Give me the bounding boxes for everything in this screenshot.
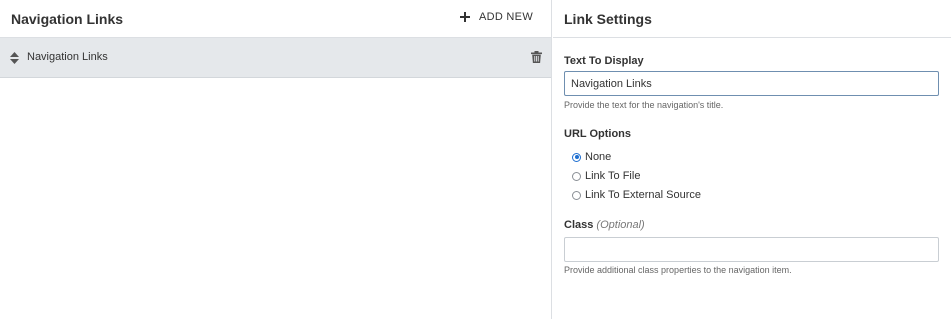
- class-input[interactable]: [564, 237, 939, 262]
- text-to-display-label: Text To Display: [564, 55, 644, 67]
- add-new-label: ADD NEW: [478, 11, 533, 23]
- sort-icon[interactable]: [10, 52, 19, 64]
- class-label: Class (Optional): [564, 219, 645, 231]
- class-label-text: Class: [564, 219, 594, 231]
- trash-icon[interactable]: [531, 51, 542, 63]
- link-settings-panel: Link Settings Text To Display Provide th…: [553, 0, 951, 319]
- url-option-none-label: None: [585, 151, 612, 163]
- text-to-display-help: Provide the text for the navigation's ti…: [564, 100, 724, 110]
- class-optional-hint: (Optional): [596, 219, 645, 231]
- navigation-links-header: Navigation Links ADD NEW: [0, 0, 551, 38]
- class-help: Provide additional class properties to t…: [564, 265, 792, 275]
- add-new-button[interactable]: ADD NEW: [459, 11, 533, 23]
- panel-title: Navigation Links: [11, 11, 124, 27]
- url-options-label: URL Options: [564, 128, 632, 140]
- url-option-external-source[interactable]: Link To External Source: [572, 189, 701, 201]
- navigation-link-item[interactable]: Navigation Links: [0, 38, 551, 78]
- plus-icon: [459, 12, 470, 22]
- radio-checked-icon[interactable]: [572, 152, 581, 162]
- text-to-display-input[interactable]: [564, 71, 939, 96]
- navigation-link-label: Navigation Links: [27, 51, 108, 63]
- url-option-link-to-file[interactable]: Link To File: [572, 170, 640, 182]
- settings-title: Link Settings: [564, 11, 652, 27]
- url-option-none[interactable]: None: [572, 151, 611, 163]
- url-option-external-source-label: Link To External Source: [585, 189, 701, 201]
- link-settings-header: Link Settings: [553, 0, 951, 38]
- radio-unchecked-icon[interactable]: [572, 190, 581, 200]
- url-option-link-to-file-label: Link To File: [585, 170, 641, 182]
- radio-unchecked-icon[interactable]: [572, 171, 581, 181]
- navigation-links-panel: Navigation Links ADD NEW Navigation Link…: [0, 0, 552, 319]
